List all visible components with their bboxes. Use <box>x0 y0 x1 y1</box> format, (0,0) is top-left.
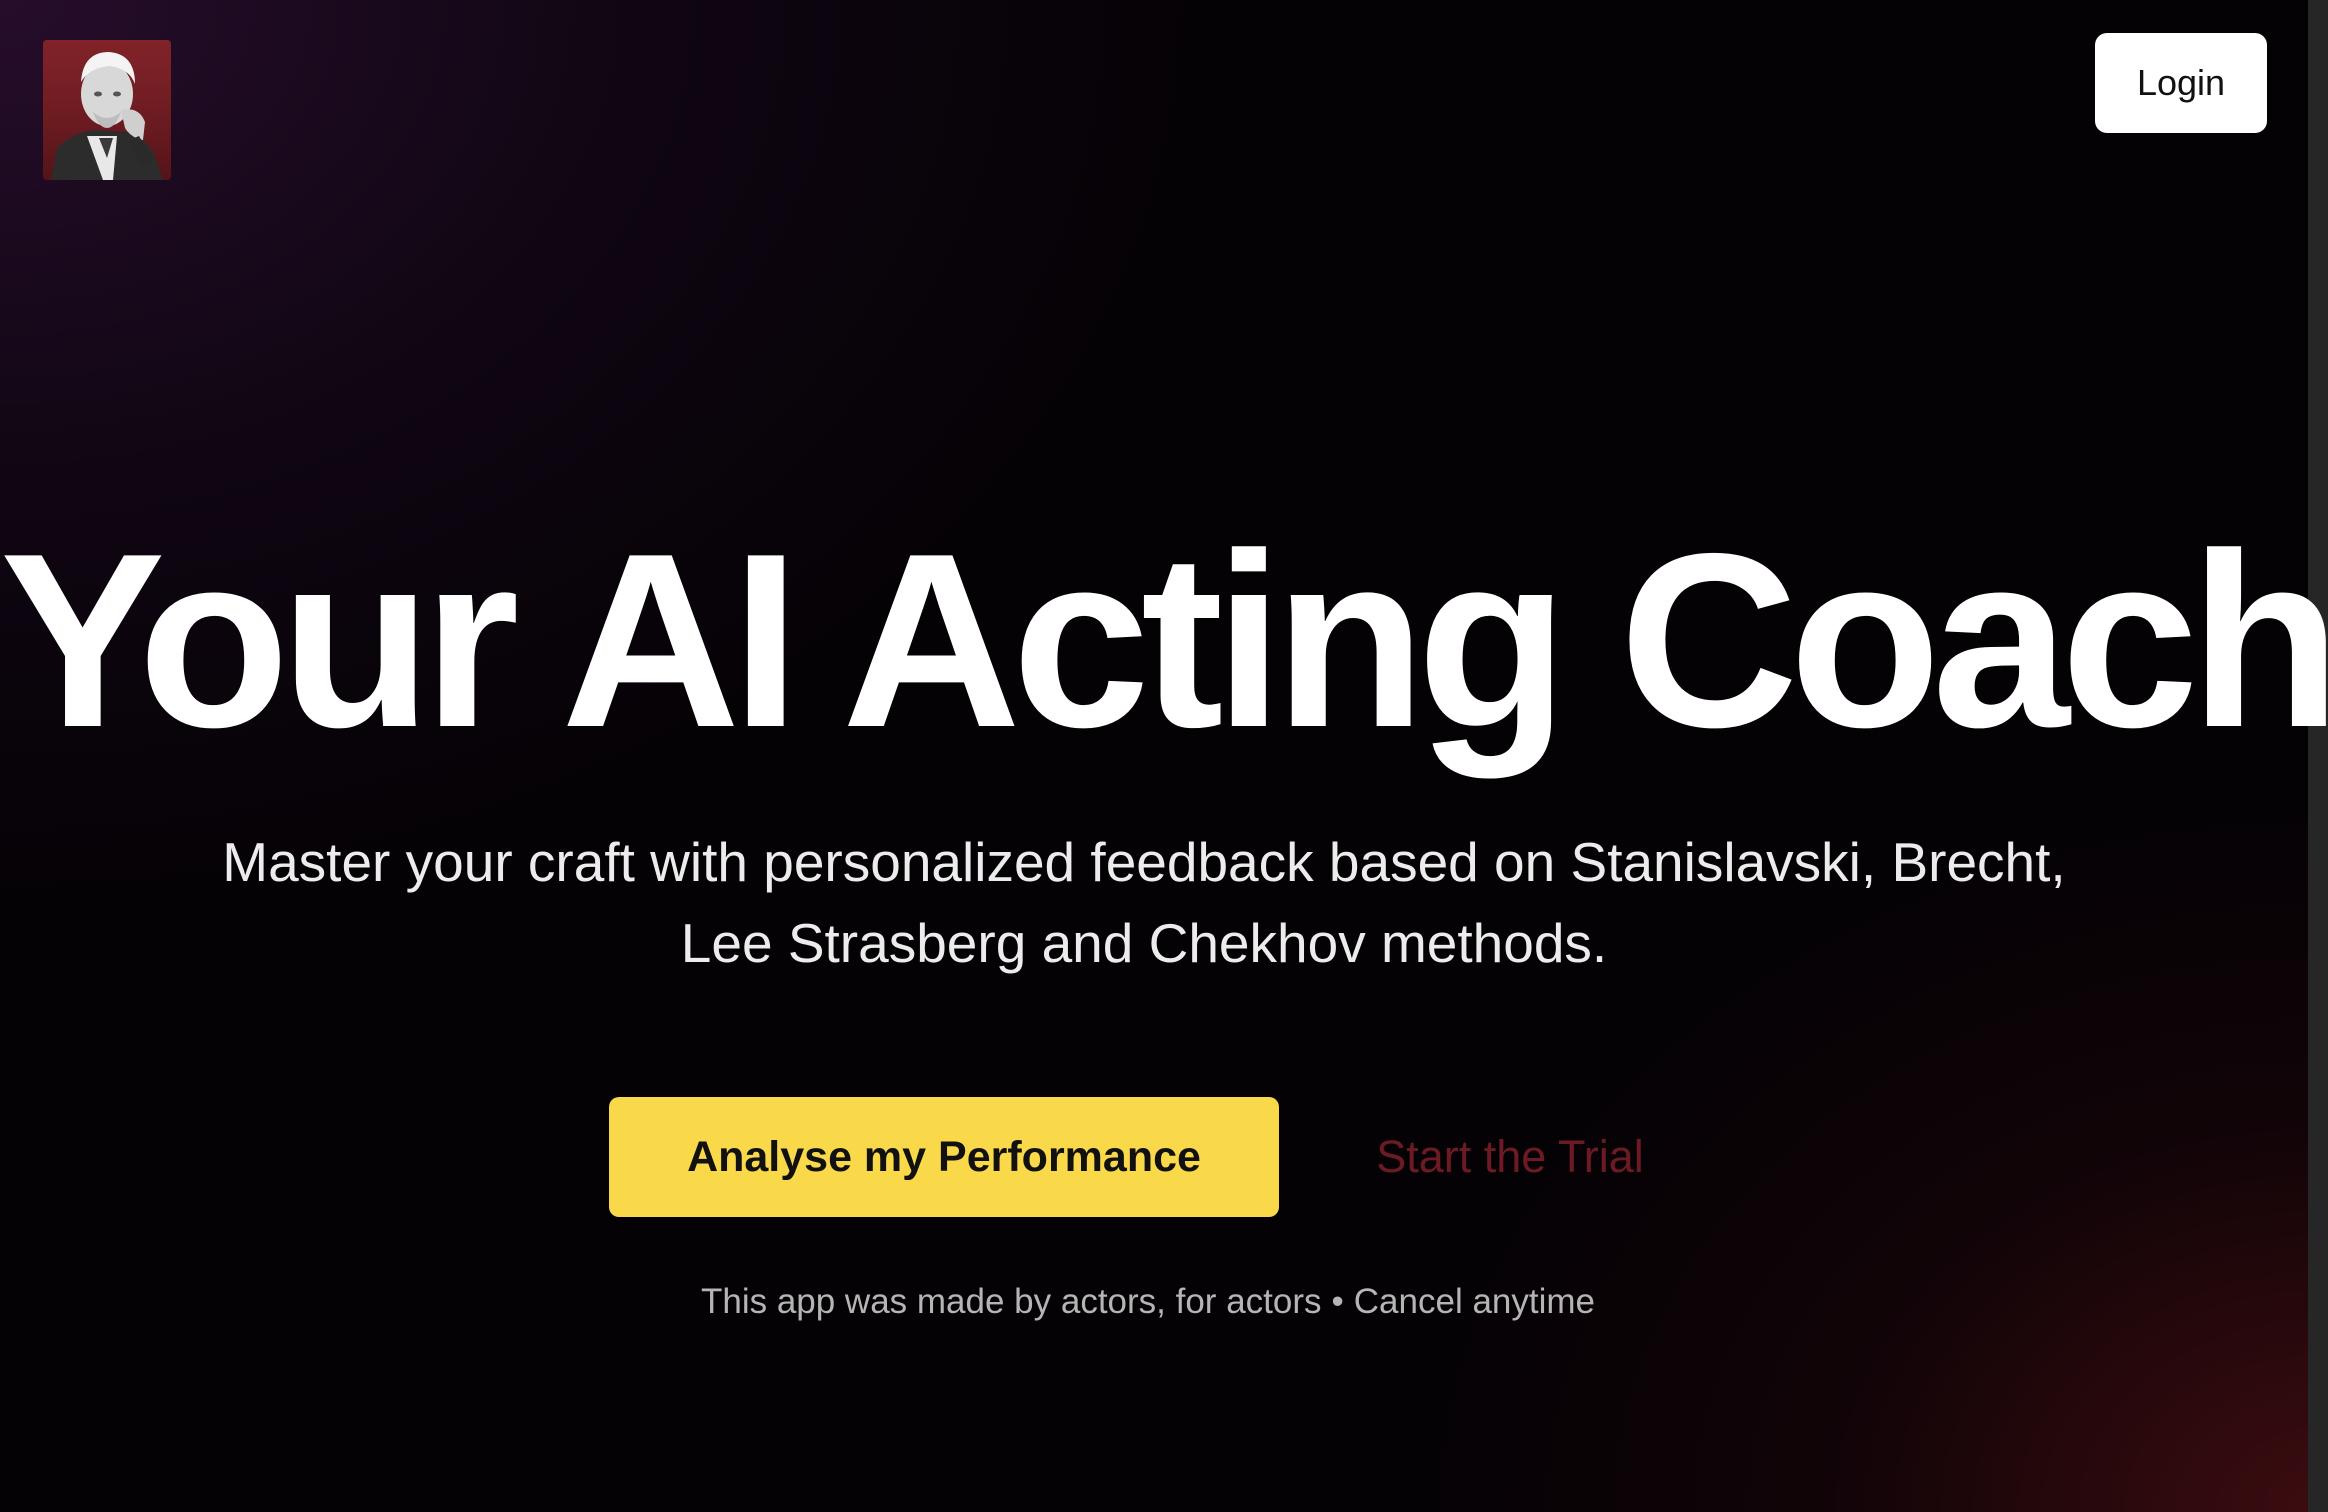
hero-subtitle: Master your craft with personalized feed… <box>222 831 2066 974</box>
landing-page: Login Your AI Acting Coach Master your c… <box>0 0 2328 1512</box>
login-button[interactable]: Login <box>2095 33 2267 133</box>
start-trial-link[interactable]: Start the Trial <box>1330 1097 1690 1217</box>
footnote: This app was made by actors, for actors •… <box>0 1278 2296 1326</box>
footnote-cancel-anytime: Cancel anytime <box>1353 1282 1596 1321</box>
analyse-performance-button[interactable]: Analyse my Performance <box>609 1097 1279 1217</box>
footnote-separator: • <box>1331 1282 1344 1321</box>
footnote-made-by-actors: This app was made by actors, for actors <box>700 1282 1322 1321</box>
portrait-logo-icon[interactable] <box>43 40 171 180</box>
hero-title: Your AI Acting Coach <box>0 501 2328 779</box>
